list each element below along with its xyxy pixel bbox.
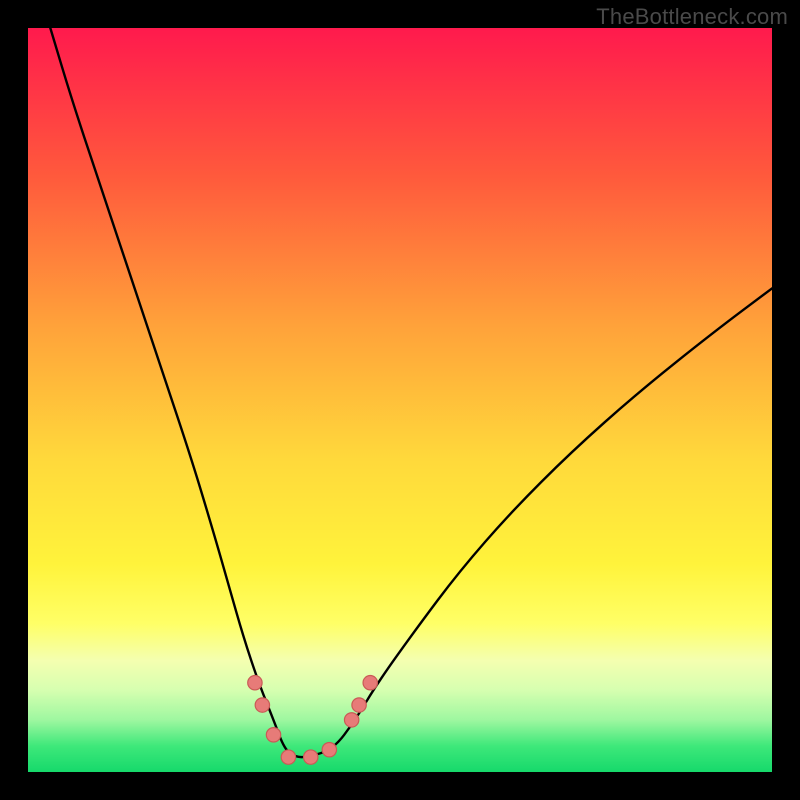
curve-marker	[255, 698, 269, 712]
curve-marker	[363, 676, 377, 690]
curve-marker	[248, 676, 262, 690]
curve-marker	[304, 750, 318, 764]
plot-background	[28, 28, 772, 772]
bottleneck-chart	[0, 0, 800, 800]
figure-root: TheBottleneck.com	[0, 0, 800, 800]
curve-marker	[266, 728, 280, 742]
curve-marker	[352, 698, 366, 712]
watermark-label: TheBottleneck.com	[596, 4, 788, 30]
curve-marker	[281, 750, 295, 764]
curve-marker	[322, 742, 336, 756]
curve-marker	[344, 713, 358, 727]
